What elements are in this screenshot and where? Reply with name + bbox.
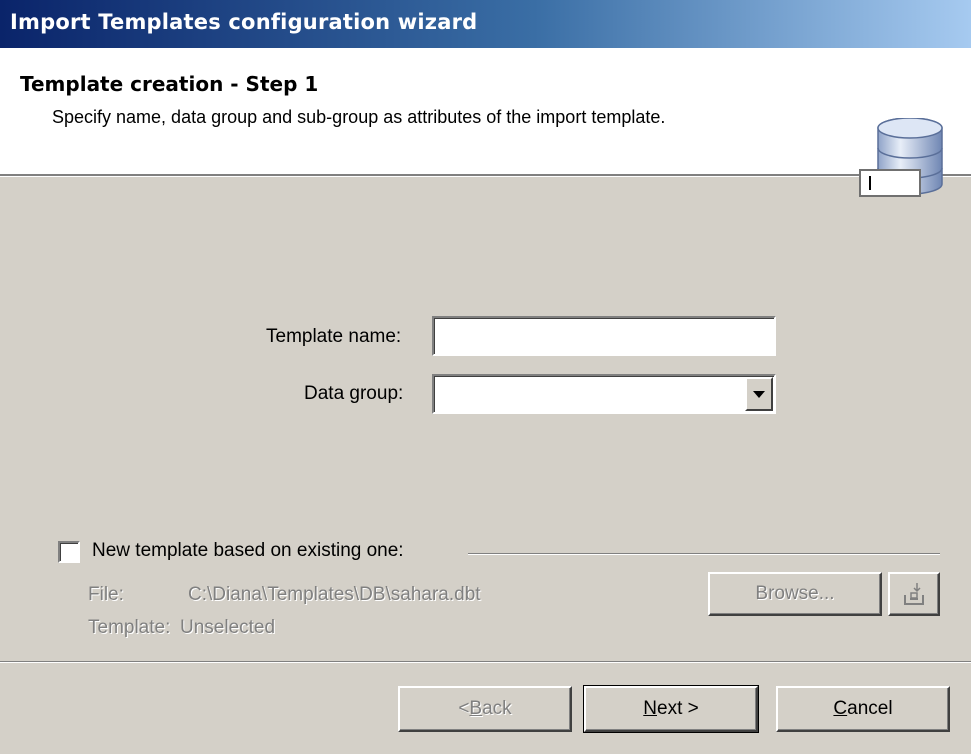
file-path-value: C:\Diana\Templates\DB\sahara.dbt <box>188 584 481 605</box>
next-accel: N <box>643 698 657 719</box>
database-icon <box>859 118 943 197</box>
step-title: Template creation - Step 1 <box>20 72 319 96</box>
existing-template-label[interactable]: New template based on existing one: <box>92 540 404 562</box>
template-name-input[interactable] <box>432 316 776 356</box>
data-group-label: Data group: <box>304 383 404 404</box>
window-title: Import Templates configuration wizard <box>0 0 971 48</box>
existing-template-checkbox[interactable] <box>58 541 80 563</box>
back-rest: ack <box>482 698 512 719</box>
back-button[interactable]: < Back <box>398 686 572 732</box>
template-label: Template: <box>88 617 171 638</box>
step-description: Specify name, data group and sub-group a… <box>52 107 666 127</box>
next-rest: ext > <box>657 698 699 719</box>
chevron-down-icon[interactable] <box>745 377 773 411</box>
back-accel: B <box>469 698 483 719</box>
cancel-button[interactable]: Cancel <box>776 686 950 732</box>
template-value: Unselected <box>180 617 276 638</box>
file-label: File: <box>88 584 124 605</box>
cancel-rest: ancel <box>847 698 893 719</box>
data-group-select[interactable] <box>432 374 776 414</box>
next-button[interactable]: Next > <box>583 685 759 733</box>
import-button[interactable] <box>888 572 940 616</box>
template-name-label: Template name: <box>266 326 402 347</box>
footer-separator <box>0 661 971 663</box>
wizard-header: Template creation - Step 1 Specify name,… <box>0 48 971 197</box>
import-icon <box>904 583 924 605</box>
cancel-accel: C <box>833 698 848 719</box>
group-divider <box>468 553 940 555</box>
back-prefix: < <box>458 698 470 719</box>
browse-button[interactable]: Browse... <box>708 572 882 616</box>
